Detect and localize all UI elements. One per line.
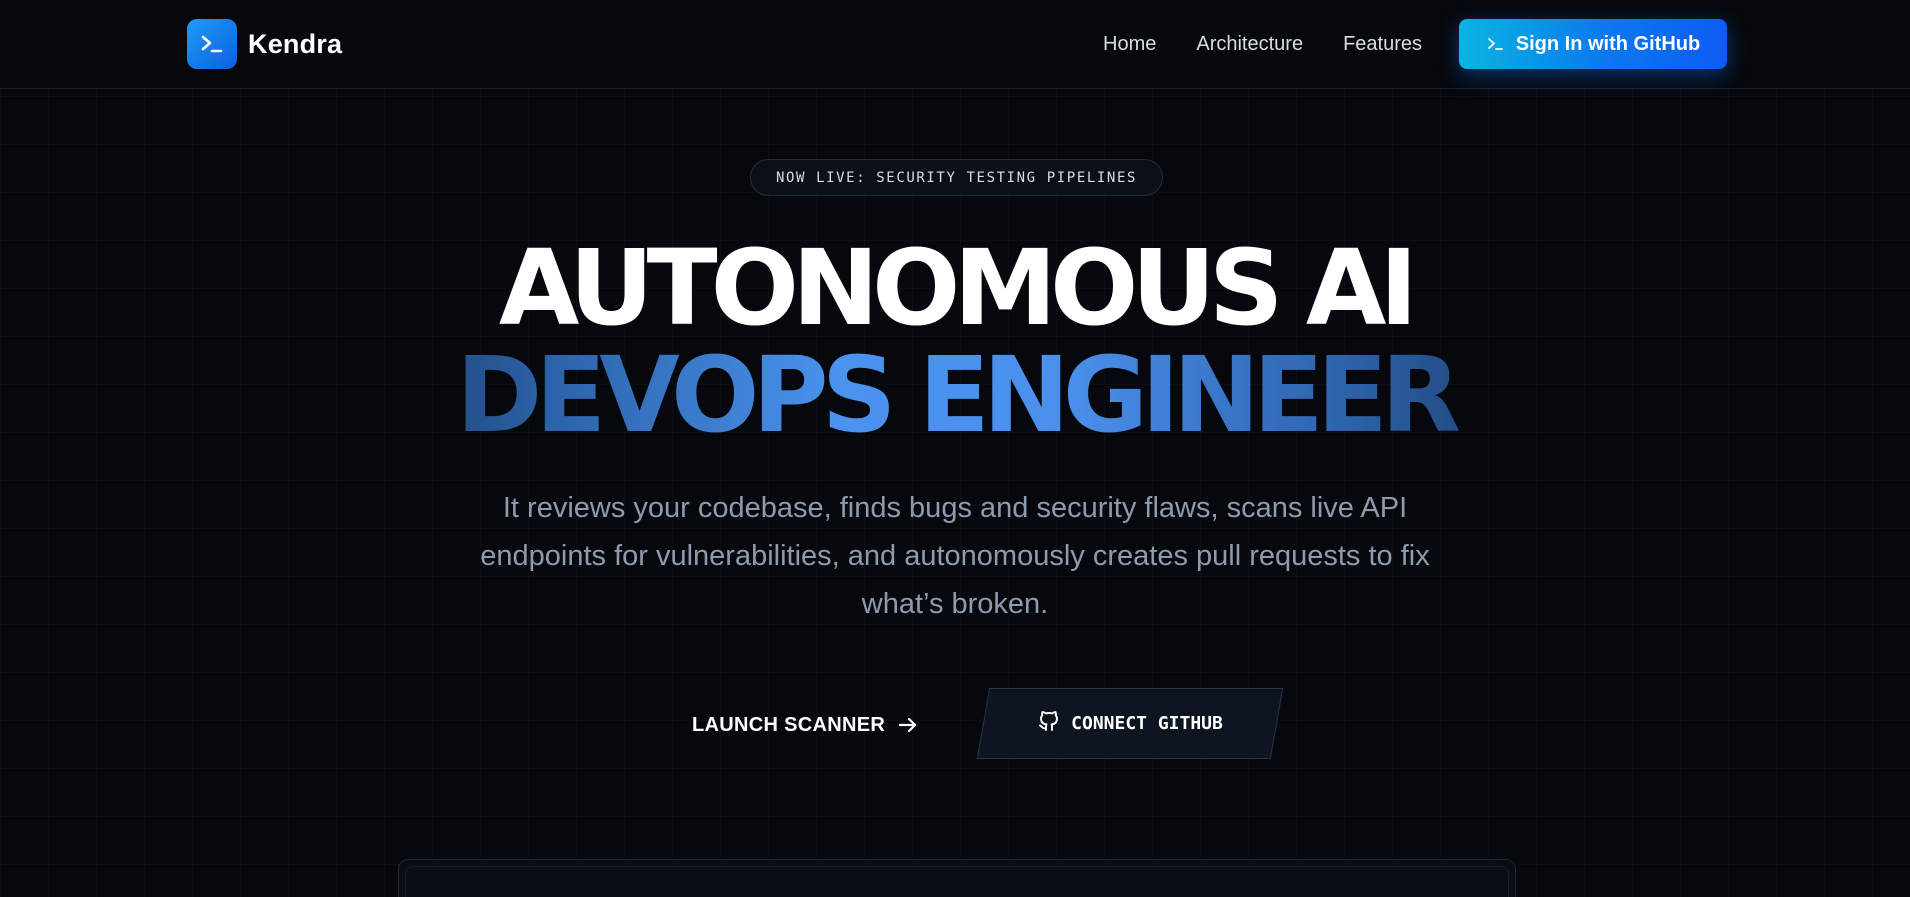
hero-description: It reviews your codebase, finds bugs and… [480, 492, 1430, 620]
status-badge-label: NOW LIVE: SECURITY TESTING PIPELINES [775, 169, 1138, 186]
hero-title-line-1: AUTONOMOUS AI [498, 227, 1418, 349]
nav-links: Home Architecture Features [1103, 31, 1462, 58]
terminal-prompt-icon [1486, 34, 1506, 54]
nav-link-architecture[interactable]: Architecture [1196, 31, 1303, 58]
scanner-preview-inner [405, 866, 1509, 897]
connect-github-content: CONNECT GITHUB [984, 689, 1276, 758]
terminal-prompt-icon [187, 19, 237, 69]
nav-link-features[interactable]: Features [1343, 31, 1422, 58]
status-badge: NOW LIVE: SECURITY TESTING PIPELINES [750, 159, 1163, 196]
nav-link-home[interactable]: Home [1103, 31, 1156, 58]
launch-scanner-label: LAUNCH SCANNER [692, 713, 886, 736]
sign-in-github-button[interactable]: Sign In with GitHub [1459, 19, 1727, 69]
launch-scanner-button[interactable]: LAUNCH SCANNER [692, 711, 919, 739]
top-nav: Kendra Home Architecture Features Sign I… [0, 0, 1910, 89]
scanner-preview-panel [398, 859, 1516, 897]
connect-github-label: CONNECT GITHUB [1071, 713, 1223, 734]
sign-in-label: Sign In with GitHub [1515, 32, 1701, 55]
brand-name: Kendra [248, 28, 343, 59]
connect-github-button[interactable]: CONNECT GITHUB [976, 688, 1284, 759]
arrow-right-icon [897, 714, 919, 736]
github-icon [1037, 709, 1061, 738]
brand[interactable]: Kendra [187, 19, 342, 69]
hero-title-line-2: DEVOPS ENGINEER [0, 343, 1910, 447]
